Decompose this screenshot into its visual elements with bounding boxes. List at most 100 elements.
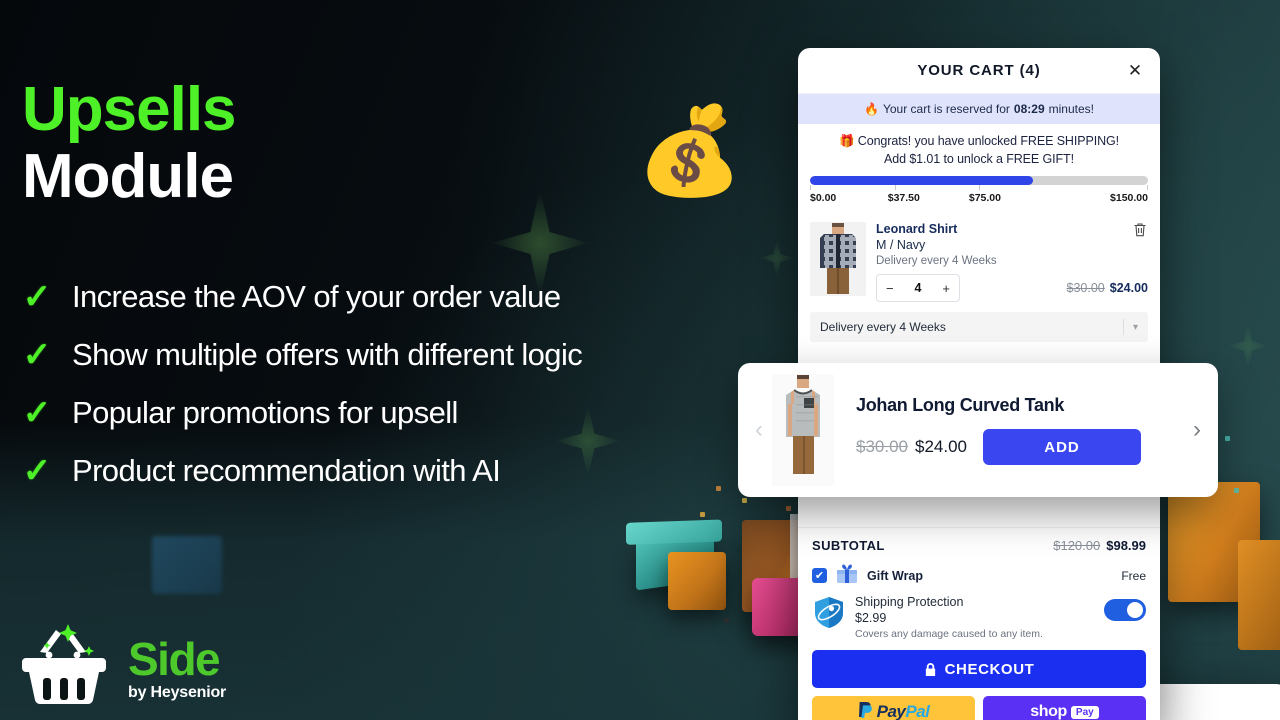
- trash-icon[interactable]: [1132, 222, 1148, 238]
- quantity-increase-button[interactable]: +: [942, 281, 950, 296]
- check-icon: ✓: [22, 278, 52, 316]
- sparkle-icon: [1228, 322, 1268, 370]
- chevron-down-icon[interactable]: ▾: [1122, 319, 1138, 335]
- quantity-stepper[interactable]: − 4 +: [876, 274, 960, 302]
- feature-label: Product recommendation with AI: [72, 453, 501, 488]
- cart-header: YOUR CART (4) ✕: [798, 48, 1160, 94]
- subtotal-row: SUBTOTAL $120.00 $98.99: [798, 527, 1160, 559]
- close-icon[interactable]: ✕: [1124, 60, 1146, 82]
- shop-pay-word: shop: [1030, 703, 1067, 720]
- quantity-decrease-button[interactable]: −: [886, 281, 894, 296]
- checkout-label: CHECKOUT: [944, 660, 1035, 678]
- confetti-dot: [716, 486, 721, 491]
- subtotal-values: $120.00 $98.99: [1053, 538, 1146, 553]
- line-item-row: − 4 + $30.00 $24.00: [876, 274, 1148, 302]
- gift-wrap-label: Gift Wrap: [867, 568, 924, 583]
- check-icon: ✓: [22, 394, 52, 432]
- subtotal-label: SUBTOTAL: [812, 538, 885, 553]
- page-title: Upsells Module: [22, 75, 237, 211]
- upsell-price: $30.00 $24.00: [856, 437, 967, 457]
- shipping-protection-label: Shipping Protection: [855, 595, 964, 609]
- shipping-protection-details: Shipping Protection $2.99 Covers any dam…: [855, 595, 1095, 640]
- addon-gift-wrap[interactable]: ✔ Gift Wrap Free: [798, 559, 1160, 592]
- list-item: ✓ Increase the AOV of your order value: [20, 268, 582, 326]
- headline-line-1: Upsells: [22, 75, 237, 144]
- paypal-button[interactable]: PayPal: [812, 696, 975, 720]
- price-original: $30.00: [1066, 281, 1105, 295]
- promo-banner: 💰 Upsells Module ✓ Increase the AOV of y…: [0, 0, 1280, 720]
- upsell-product-image[interactable]: [772, 374, 834, 486]
- progress-tick-label: $150.00: [1110, 192, 1148, 204]
- product-variant: M / Navy: [876, 238, 926, 252]
- subtotal-original: $120.00: [1053, 538, 1101, 553]
- feature-label: Increase the AOV of your order value: [72, 279, 561, 314]
- product-title[interactable]: Leonard Shirt: [876, 222, 1148, 236]
- list-item: ✓ Popular promotions for upsell: [20, 384, 582, 442]
- shipping-protection-price: $2.99: [855, 611, 887, 625]
- progress-tick-label: $0.00: [810, 192, 837, 204]
- gift-wrap-price: Free: [1121, 568, 1146, 583]
- line-item-price: $30.00 $24.00: [1067, 281, 1148, 295]
- gift-wrap-checkbox[interactable]: ✔: [812, 568, 827, 583]
- price-current: $24.00: [1109, 281, 1148, 295]
- chevron-right-icon[interactable]: ›: [1184, 416, 1210, 444]
- sidecart-logo: SideCart by Heysenior: [20, 622, 1280, 720]
- promo-line-2: Add $1.01 to unlock a FREE GIFT!: [884, 152, 1074, 166]
- upsell-action-row: $30.00 $24.00 ADD: [856, 429, 1184, 465]
- shopping-basket-icon: [20, 622, 116, 706]
- paypal-text-pay: Pay: [876, 702, 906, 720]
- addon-shipping-protection[interactable]: Shipping Protection $2.99 Covers any dam…: [798, 592, 1160, 642]
- product-thumbnail[interactable]: [810, 222, 866, 296]
- check-icon: ✓: [22, 336, 52, 374]
- feature-label: Show multiple offers with different logi…: [72, 337, 583, 372]
- check-icon: ✓: [22, 452, 52, 490]
- reservation-banner: 🔥 Your cart is reserved for 08:29 minute…: [798, 94, 1160, 124]
- paypal-icon: [858, 701, 873, 720]
- logo-wordmark: SideCart by Heysenior: [128, 633, 1280, 720]
- money-bag-icon: 💰: [636, 103, 744, 199]
- sparkle-icon: [760, 238, 794, 278]
- confetti-dot: [1225, 436, 1230, 441]
- chevron-left-icon[interactable]: ‹: [746, 416, 772, 444]
- shipping-protection-toggle[interactable]: [1104, 599, 1146, 621]
- reservation-timer: 08:29: [1013, 102, 1045, 116]
- selling-plan-value: Delivery every 4 Weeks: [820, 320, 946, 334]
- shield-protection-icon: [812, 595, 846, 634]
- product-subscription: Delivery every 4 Weeks: [876, 255, 997, 267]
- subtotal-current: $98.99: [1106, 538, 1146, 553]
- upsell-price-current: $24.00: [915, 437, 967, 456]
- confetti-dot: [1234, 488, 1239, 493]
- progress-track: [810, 176, 1148, 185]
- shop-pay-button[interactable]: shop Pay: [983, 696, 1146, 720]
- gift-box-decoration: [1168, 482, 1260, 602]
- gift-box-decoration: [636, 529, 714, 591]
- quantity-value: 4: [914, 281, 922, 295]
- line-item-details: Leonard Shirt M / Navy Delivery every 4 …: [876, 222, 1148, 302]
- confetti-dot: [786, 506, 791, 511]
- logo-word-side: Side: [128, 633, 221, 685]
- list-item: ✓ Product recommendation with AI: [20, 442, 582, 500]
- gift-box-decoration: [668, 552, 726, 610]
- confetti-dot: [742, 498, 747, 503]
- progress-fill: [810, 176, 1034, 185]
- feature-list: ✓ Increase the AOV of your order value ✓…: [20, 268, 583, 500]
- upsell-product-title: Johan Long Curved Tank: [856, 395, 1065, 415]
- logo-subtitle: by Heysenior: [128, 684, 227, 701]
- paypal-text-pal: Pal: [905, 702, 930, 720]
- shop-pay-pill: Pay: [1070, 705, 1099, 719]
- cart-line-item: Leonard Shirt M / Navy Delivery every 4 …: [798, 214, 1160, 306]
- reservation-suffix: minutes!: [1048, 102, 1094, 116]
- free-shipping-promo: 🎁 Congrats! you have unlocked FREE SHIPP…: [798, 124, 1160, 170]
- reservation-prefix: Your cart is reserved for: [882, 102, 1010, 116]
- promo-line-1: 🎁 Congrats! you have unlocked FREE SHIPP…: [838, 134, 1120, 148]
- headline-line-2: Module: [22, 141, 234, 211]
- checkout-button[interactable]: CHECKOUT: [812, 650, 1146, 688]
- shipping-protection-description: Covers any damage caused to any item.: [855, 628, 1043, 640]
- list-item: ✓ Show multiple offers with different lo…: [20, 326, 583, 384]
- upsell-offer-card: ‹ Johan Long Curved Tank $30.00 $24.00 A…: [738, 363, 1218, 497]
- feature-label: Popular promotions for upsell: [72, 395, 458, 430]
- upsell-add-button[interactable]: ADD: [983, 429, 1141, 465]
- selling-plan-select[interactable]: Delivery every 4 Weeks ▾: [810, 312, 1148, 342]
- confetti-dot: [724, 618, 729, 623]
- gift-box-decoration: [1238, 540, 1280, 650]
